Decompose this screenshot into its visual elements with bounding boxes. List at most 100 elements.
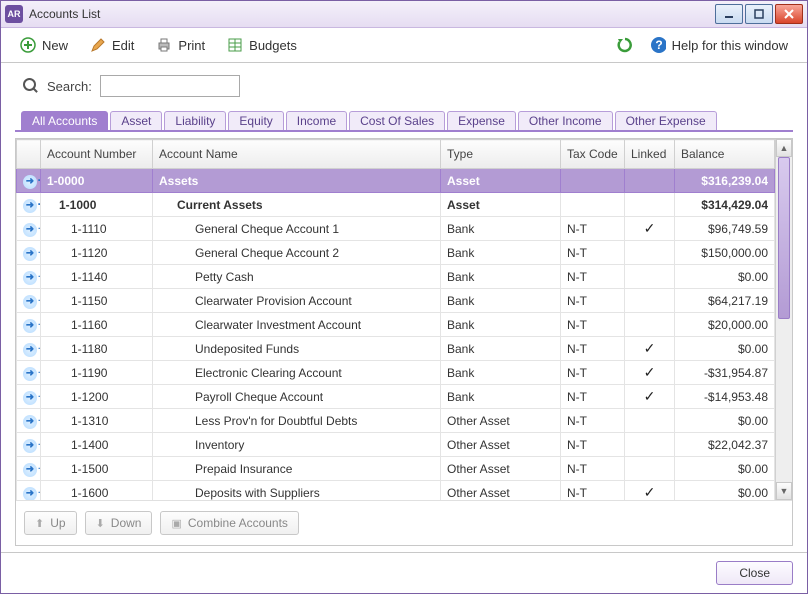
tab-cost-of-sales[interactable]: Cost Of Sales xyxy=(349,111,445,130)
cell-tax-code xyxy=(561,193,625,217)
cell-linked xyxy=(625,433,675,457)
table-row[interactable]: ➜1-1400InventoryOther AssetN-T$22,042.37 xyxy=(17,433,775,457)
window-controls xyxy=(715,4,803,24)
table-row[interactable]: ➜1-1200Payroll Cheque AccountBankN-T✓-$1… xyxy=(17,385,775,409)
col-type[interactable]: Type xyxy=(441,140,561,169)
help-icon: ? xyxy=(650,37,666,53)
row-open-icon[interactable]: ➜ xyxy=(17,241,41,265)
tab-all-accounts[interactable]: All Accounts xyxy=(21,111,108,130)
table-row[interactable]: ➜1-1310Less Prov'n for Doubtful DebtsOth… xyxy=(17,409,775,433)
row-open-icon[interactable]: ➜ xyxy=(17,193,41,217)
row-open-icon[interactable]: ➜ xyxy=(17,385,41,409)
table-row[interactable]: ➜1-1600Deposits with SuppliersOther Asse… xyxy=(17,481,775,501)
table-row[interactable]: ➜1-1190Electronic Clearing AccountBankN-… xyxy=(17,361,775,385)
cell-type: Other Asset xyxy=(441,433,561,457)
accounts-table: Account Number Account Name Type Tax Cod… xyxy=(16,139,775,500)
row-open-icon[interactable]: ➜ xyxy=(17,457,41,481)
row-open-icon[interactable]: ➜ xyxy=(17,265,41,289)
cell-tax-code: N-T xyxy=(561,361,625,385)
col-account-number[interactable]: Account Number xyxy=(41,140,153,169)
cell-account-number: 1-1310 xyxy=(41,409,153,433)
down-button[interactable]: ⬇ Down xyxy=(85,511,153,535)
table-row[interactable]: ➜1-1110General Cheque Account 1BankN-T✓$… xyxy=(17,217,775,241)
cell-balance: $20,000.00 xyxy=(675,313,775,337)
col-account-name[interactable]: Account Name xyxy=(153,140,441,169)
maximize-button[interactable] xyxy=(745,4,773,24)
cell-account-name: Assets xyxy=(153,169,441,193)
cell-type: Bank xyxy=(441,265,561,289)
edit-button[interactable]: Edit xyxy=(81,32,143,58)
cell-account-number: 1-1140 xyxy=(41,265,153,289)
cell-account-name: Less Prov'n for Doubtful Debts xyxy=(153,409,441,433)
close-button[interactable]: Close xyxy=(716,561,793,585)
print-button[interactable]: Print xyxy=(147,32,214,58)
cell-tax-code: N-T xyxy=(561,241,625,265)
tab-income[interactable]: Income xyxy=(286,111,347,130)
col-balance[interactable]: Balance xyxy=(675,140,775,169)
col-arrow[interactable] xyxy=(17,140,41,169)
cell-linked xyxy=(625,241,675,265)
budgets-button[interactable]: Budgets xyxy=(218,32,306,58)
row-open-icon[interactable]: ➜ xyxy=(17,433,41,457)
table-row[interactable]: ➜1-1160Clearwater Investment AccountBank… xyxy=(17,313,775,337)
cell-account-number: 1-1000 xyxy=(41,193,153,217)
table-row[interactable]: ➜1-1140Petty CashBankN-T$0.00 xyxy=(17,265,775,289)
combine-accounts-button[interactable]: ▣ Combine Accounts xyxy=(160,511,298,535)
cell-balance: -$31,954.87 xyxy=(675,361,775,385)
table-row[interactable]: ➜1-1500Prepaid InsuranceOther AssetN-T$0… xyxy=(17,457,775,481)
cell-balance: -$14,953.48 xyxy=(675,385,775,409)
tab-asset[interactable]: Asset xyxy=(110,111,162,130)
scroll-down-arrow-icon[interactable]: ▼ xyxy=(776,482,792,500)
printer-icon xyxy=(156,37,172,53)
cell-linked: ✓ xyxy=(625,481,675,501)
app-badge-icon: AR xyxy=(5,5,23,23)
col-tax-code[interactable]: Tax Code xyxy=(561,140,625,169)
checkmark-icon: ✓ xyxy=(644,388,656,404)
tab-other-expense[interactable]: Other Expense xyxy=(615,111,717,130)
table-header-row: Account Number Account Name Type Tax Cod… xyxy=(17,140,775,169)
row-open-icon[interactable]: ➜ xyxy=(17,409,41,433)
search-input[interactable] xyxy=(100,75,240,97)
row-open-icon[interactable]: ➜ xyxy=(17,289,41,313)
row-open-icon[interactable]: ➜ xyxy=(17,337,41,361)
combine-label: Combine Accounts xyxy=(188,516,288,530)
cell-account-number: 1-1160 xyxy=(41,313,153,337)
vertical-scrollbar[interactable]: ▲ ▼ xyxy=(775,139,792,500)
table-row[interactable]: ➜1-0000AssetsAsset$316,239.04 xyxy=(17,169,775,193)
col-linked[interactable]: Linked xyxy=(625,140,675,169)
cell-tax-code: N-T xyxy=(561,457,625,481)
cell-linked: ✓ xyxy=(625,385,675,409)
cell-account-name: Petty Cash xyxy=(153,265,441,289)
row-open-icon[interactable]: ➜ xyxy=(17,169,41,193)
cell-account-name: Undeposited Funds xyxy=(153,337,441,361)
row-open-icon[interactable]: ➜ xyxy=(17,361,41,385)
pencil-icon xyxy=(90,37,106,53)
up-button[interactable]: ⬆ Up xyxy=(24,511,77,535)
table-row[interactable]: ➜1-1120General Cheque Account 2BankN-T$1… xyxy=(17,241,775,265)
cell-type: Asset xyxy=(441,169,561,193)
cell-linked xyxy=(625,313,675,337)
table-row[interactable]: ➜1-1150Clearwater Provision AccountBankN… xyxy=(17,289,775,313)
new-button[interactable]: New xyxy=(11,32,77,58)
tab-equity[interactable]: Equity xyxy=(228,111,283,130)
cell-linked: ✓ xyxy=(625,337,675,361)
checkmark-icon: ✓ xyxy=(644,364,656,380)
scroll-thumb[interactable] xyxy=(778,157,790,319)
cell-type: Bank xyxy=(441,385,561,409)
help-button[interactable]: ? Help for this window xyxy=(641,32,797,58)
toolbar: New Edit Print Budgets xyxy=(1,28,807,63)
arrow-up-icon: ⬆ xyxy=(35,517,44,530)
minimize-button[interactable] xyxy=(715,4,743,24)
table-row[interactable]: ➜1-1180Undeposited FundsBankN-T✓$0.00 xyxy=(17,337,775,361)
row-open-icon[interactable]: ➜ xyxy=(17,481,41,501)
row-open-icon[interactable]: ➜ xyxy=(17,313,41,337)
refresh-button[interactable] xyxy=(611,32,637,58)
tab-other-income[interactable]: Other Income xyxy=(518,111,613,130)
cell-tax-code: N-T xyxy=(561,433,625,457)
close-window-button[interactable] xyxy=(775,4,803,24)
scroll-up-arrow-icon[interactable]: ▲ xyxy=(776,139,792,157)
tab-liability[interactable]: Liability xyxy=(164,111,226,130)
tab-expense[interactable]: Expense xyxy=(447,111,516,130)
row-open-icon[interactable]: ➜ xyxy=(17,217,41,241)
table-row[interactable]: ➜1-1000Current AssetsAsset$314,429.04 xyxy=(17,193,775,217)
